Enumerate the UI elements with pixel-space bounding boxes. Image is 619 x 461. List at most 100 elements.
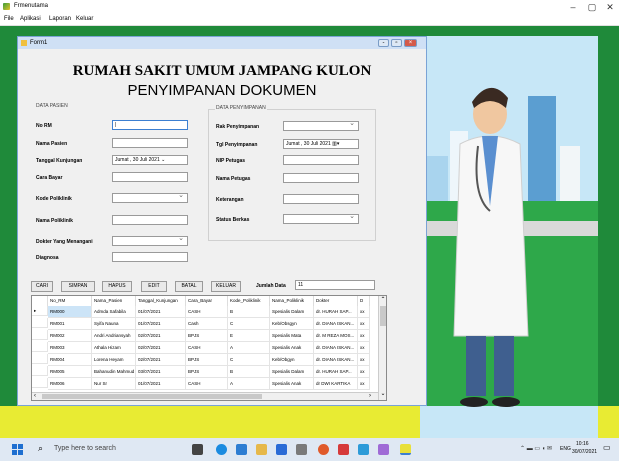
- opera-icon[interactable]: [338, 444, 349, 455]
- grid-cell[interactable]: Andri Andriansyah: [92, 330, 136, 342]
- grid-cell[interactable]: Keb/Obsgyn: [270, 318, 314, 330]
- taskbar-search-box[interactable]: Type here to search: [54, 445, 116, 452]
- no-rm-input[interactable]: |: [112, 120, 188, 130]
- grid-cell[interactable]: RM004: [48, 354, 92, 366]
- nama-poliklinik-input[interactable]: [112, 215, 188, 225]
- close-button[interactable]: ✕: [603, 2, 617, 12]
- grid-cell[interactable]: 03/07/2021: [136, 366, 186, 378]
- simpan-button[interactable]: SIMPAN: [61, 281, 95, 292]
- grid-col-kode-poli[interactable]: Kode_Poliklinik: [228, 296, 270, 306]
- grid-col-cara-bayar[interactable]: Cara_Bayar: [186, 296, 228, 306]
- grid-cell[interactable]: Spesialis Dalam: [270, 366, 314, 378]
- edge-icon[interactable]: [216, 444, 227, 455]
- grid-cell[interactable]: dr DWI KARTIKA: [314, 378, 358, 390]
- grid-row-selector[interactable]: [32, 342, 48, 352]
- grid-cell[interactable]: A: [228, 342, 270, 354]
- data-grid[interactable]: No_RM Nama_Pasien Tanggal_Kunjungan Cara…: [31, 295, 387, 401]
- grid-cell[interactable]: 01/07/2021: [136, 306, 186, 318]
- grid-col-no-rm[interactable]: No_RM: [48, 296, 92, 306]
- grid-cell[interactable]: Lorena Heyam: [92, 354, 136, 366]
- running-app-icon[interactable]: [400, 444, 411, 455]
- grid-cell[interactable]: Keb/Obgyn: [270, 354, 314, 366]
- language-indicator[interactable]: ENG: [560, 446, 571, 452]
- grid-cell[interactable]: A: [228, 378, 270, 390]
- grid-row-selector[interactable]: [32, 378, 48, 388]
- minimize-button[interactable]: –: [566, 2, 580, 12]
- grid-cell[interactable]: dr. M REZA MOS...: [314, 330, 358, 342]
- grid-row-selector[interactable]: ▸: [32, 306, 48, 316]
- edit-button[interactable]: EDIT: [141, 281, 167, 292]
- task-view-icon[interactable]: [192, 444, 203, 455]
- form-minimize-button[interactable]: -: [378, 39, 389, 47]
- mail-icon[interactable]: [276, 444, 287, 455]
- scroll-thumb[interactable]: [380, 306, 386, 326]
- grid-cell[interactable]: RM003: [48, 342, 92, 354]
- grid-cell[interactable]: Spesialis Dalam: [270, 306, 314, 318]
- grid-vertical-scrollbar[interactable]: ⌃ ⌄: [378, 296, 386, 400]
- scroll-down-icon[interactable]: ⌄: [379, 390, 386, 398]
- status-berkas-select[interactable]: [283, 214, 359, 224]
- form-maximize-button[interactable]: ▫: [391, 39, 402, 47]
- grid-col-dokter[interactable]: Dokter: [314, 296, 358, 306]
- grid-row-selector[interactable]: [32, 318, 48, 328]
- grid-cell[interactable]: xx: [358, 378, 370, 390]
- scroll-up-icon[interactable]: ⌃: [379, 296, 386, 304]
- grid-cell[interactable]: Spesialis Anak: [270, 342, 314, 354]
- grid-cell[interactable]: xx: [358, 318, 370, 330]
- menu-file[interactable]: File: [4, 16, 14, 22]
- rak-penyimpanan-select[interactable]: [283, 121, 359, 131]
- menu-laporan[interactable]: Laporan: [49, 16, 71, 22]
- grid-cell[interactable]: xx: [358, 330, 370, 342]
- maximize-button[interactable]: ▢: [585, 2, 599, 12]
- grid-cell[interactable]: Cash: [186, 318, 228, 330]
- menu-keluar[interactable]: Keluar: [76, 16, 93, 22]
- app-icon-blue[interactable]: [358, 444, 369, 455]
- kode-poliklinik-select[interactable]: [112, 193, 188, 203]
- tanggal-kunjungan-picker[interactable]: Jumat , 30 Juli 2021 ⌄: [112, 155, 188, 165]
- clock-time[interactable]: 10:16: [576, 441, 589, 447]
- grid-cell[interactable]: CASH: [186, 306, 228, 318]
- grid-col-nama-poli[interactable]: Nama_Poliklinik: [270, 296, 314, 306]
- batal-button[interactable]: BATAL: [175, 281, 203, 292]
- grid-cell[interactable]: xx: [358, 354, 370, 366]
- grid-cell[interactable]: dr. HURAH SAP...: [314, 366, 358, 378]
- grid-cell[interactable]: B: [228, 306, 270, 318]
- visual-studio-icon[interactable]: [378, 444, 389, 455]
- system-tray-icons[interactable]: ⌃ ▬ ▭ ◖ ✉: [520, 445, 552, 452]
- grid-cell[interactable]: dr. DIANA ISKAN...: [314, 342, 358, 354]
- nip-petugas-input[interactable]: [283, 155, 359, 165]
- grid-col-d[interactable]: D: [358, 296, 370, 306]
- form-close-button[interactable]: ×: [404, 39, 417, 47]
- grid-cell[interactable]: CASH: [186, 378, 228, 390]
- grid-cell[interactable]: CASH: [186, 342, 228, 354]
- grid-cell[interactable]: C: [228, 354, 270, 366]
- grid-cell[interactable]: Spesialis Anak: [270, 378, 314, 390]
- grid-cell[interactable]: xx: [358, 342, 370, 354]
- grid-cell[interactable]: B: [228, 366, 270, 378]
- hscroll-thumb[interactable]: [42, 394, 262, 399]
- grid-cell[interactable]: 02/07/2021: [136, 330, 186, 342]
- diagnosa-input[interactable]: [112, 252, 188, 262]
- grid-cell[interactable]: C: [228, 318, 270, 330]
- grid-cell[interactable]: RM000: [48, 306, 92, 318]
- grid-cell[interactable]: RM001: [48, 318, 92, 330]
- grid-cell[interactable]: Syifa Nauna: [92, 318, 136, 330]
- grid-cell[interactable]: Spesialis Mata: [270, 330, 314, 342]
- grid-col-tanggal[interactable]: Tanggal_Kunjungan: [136, 296, 186, 306]
- grid-cell[interactable]: RM006: [48, 378, 92, 390]
- menu-aplikasi[interactable]: Aplikasi: [20, 16, 41, 22]
- windows-start-icon[interactable]: [12, 444, 23, 455]
- grid-cell[interactable]: Admda Safabila: [92, 306, 136, 318]
- notification-icon[interactable]: ▭: [603, 443, 611, 452]
- grid-cell[interactable]: 01/07/2021: [136, 318, 186, 330]
- grid-cell[interactable]: BPJS: [186, 366, 228, 378]
- hapus-button[interactable]: HAPUS: [102, 281, 132, 292]
- scroll-left-icon[interactable]: ‹: [34, 393, 36, 399]
- grid-cell[interactable]: 02/07/2021: [136, 342, 186, 354]
- grid-row-selector[interactable]: [32, 354, 48, 364]
- grid-row-selector[interactable]: [32, 366, 48, 376]
- firefox-icon[interactable]: [318, 444, 329, 455]
- grid-col-nama-pasien[interactable]: Nama_Pasien: [92, 296, 136, 306]
- nama-petugas-input[interactable]: [283, 173, 359, 183]
- grid-cell[interactable]: xx: [358, 366, 370, 378]
